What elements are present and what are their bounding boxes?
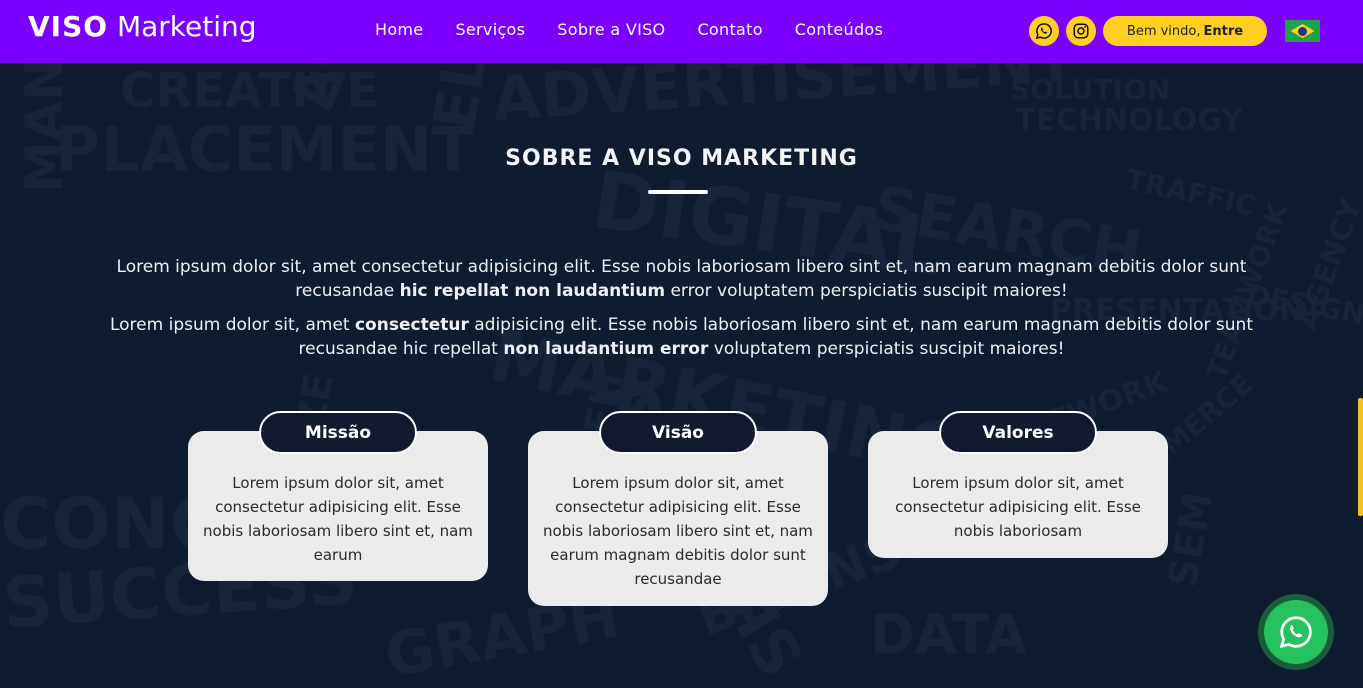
floating-whatsapp-button[interactable] bbox=[1258, 594, 1334, 670]
background-word: MANAGEMENT bbox=[15, 63, 75, 193]
section-title: SOBRE A VISO MARKETING bbox=[505, 146, 858, 171]
flag-rhombus bbox=[1290, 24, 1315, 38]
brand-name-light: Marketing bbox=[116, 10, 257, 43]
background-word: ADVERTISEMENT bbox=[490, 63, 1080, 136]
background-word: SEM bbox=[1160, 488, 1222, 591]
p2-text-a: Lorem ipsum dolor sit, amet bbox=[109, 315, 355, 335]
flag-globe bbox=[1298, 26, 1307, 36]
vision-card-text: Lorem ipsum dolor sit, amet consectetur … bbox=[543, 474, 813, 588]
nav-link-servicos[interactable]: Serviços bbox=[455, 20, 525, 39]
vision-card: Lorem ipsum dolor sit, amet consectetur … bbox=[528, 431, 828, 606]
values-card-title: Valores bbox=[939, 411, 1097, 454]
main-nav: Home Serviços Sobre a VISO Contato Conte… bbox=[375, 20, 883, 39]
whatsapp-icon bbox=[1035, 23, 1052, 40]
p2-text-bold-1: consectetur bbox=[354, 315, 469, 335]
nav-link-home[interactable]: Home bbox=[375, 20, 423, 39]
title-underline bbox=[648, 190, 708, 194]
mission-card-title: Missão bbox=[259, 411, 417, 454]
whatsapp-icon bbox=[1279, 616, 1312, 649]
p1-text-bold: hic repellat non laudantium bbox=[399, 281, 666, 301]
background-word: TRAFFIC bbox=[1123, 163, 1259, 223]
about-paragraph-1: Lorem ipsum dolor sit, amet consectetur … bbox=[95, 255, 1268, 303]
p2-text-bold-2: non laudantium error bbox=[503, 339, 709, 359]
vision-card-title: Visão bbox=[599, 411, 757, 454]
instagram-icon bbox=[1073, 23, 1089, 39]
brand-logo[interactable]: VISO Marketing bbox=[28, 10, 257, 43]
whatsapp-button[interactable] bbox=[1029, 16, 1059, 46]
nav-link-sobre[interactable]: Sobre a VISO bbox=[557, 20, 665, 39]
mission-card-text: Lorem ipsum dolor sit, amet consectetur … bbox=[203, 474, 473, 564]
background-word: DATA bbox=[870, 603, 1027, 666]
values-card-text: Lorem ipsum dolor sit, amet consectetur … bbox=[895, 474, 1141, 540]
login-greeting: Bem vindo, bbox=[1126, 23, 1201, 39]
floating-whatsapp-circle bbox=[1264, 600, 1328, 664]
instagram-button[interactable] bbox=[1066, 16, 1096, 46]
nav-link-conteudos[interactable]: Conteúdos bbox=[795, 20, 883, 39]
top-navbar: VISO Marketing Home Serviços Sobre a VIS… bbox=[0, 0, 1363, 63]
brand-name-bold: VISO bbox=[28, 10, 109, 43]
nav-link-contato[interactable]: Contato bbox=[697, 20, 762, 39]
p2-text-e: voluptatem perspiciatis suscipit maiores… bbox=[708, 339, 1065, 359]
about-paragraph-2: Lorem ipsum dolor sit, amet consectetur … bbox=[95, 313, 1268, 361]
login-action: Entre bbox=[1203, 23, 1244, 39]
background-word: TECHNOLOGY bbox=[1015, 103, 1243, 138]
login-button[interactable]: Bem vindo, Entre bbox=[1103, 16, 1267, 46]
page-scroll-indicator[interactable] bbox=[1358, 398, 1363, 516]
brazil-flag-icon[interactable] bbox=[1285, 20, 1320, 42]
p1-text-c: error voluptatem perspiciatis suscipit m… bbox=[665, 281, 1068, 301]
background-word: SOLUTION bbox=[1010, 73, 1171, 106]
